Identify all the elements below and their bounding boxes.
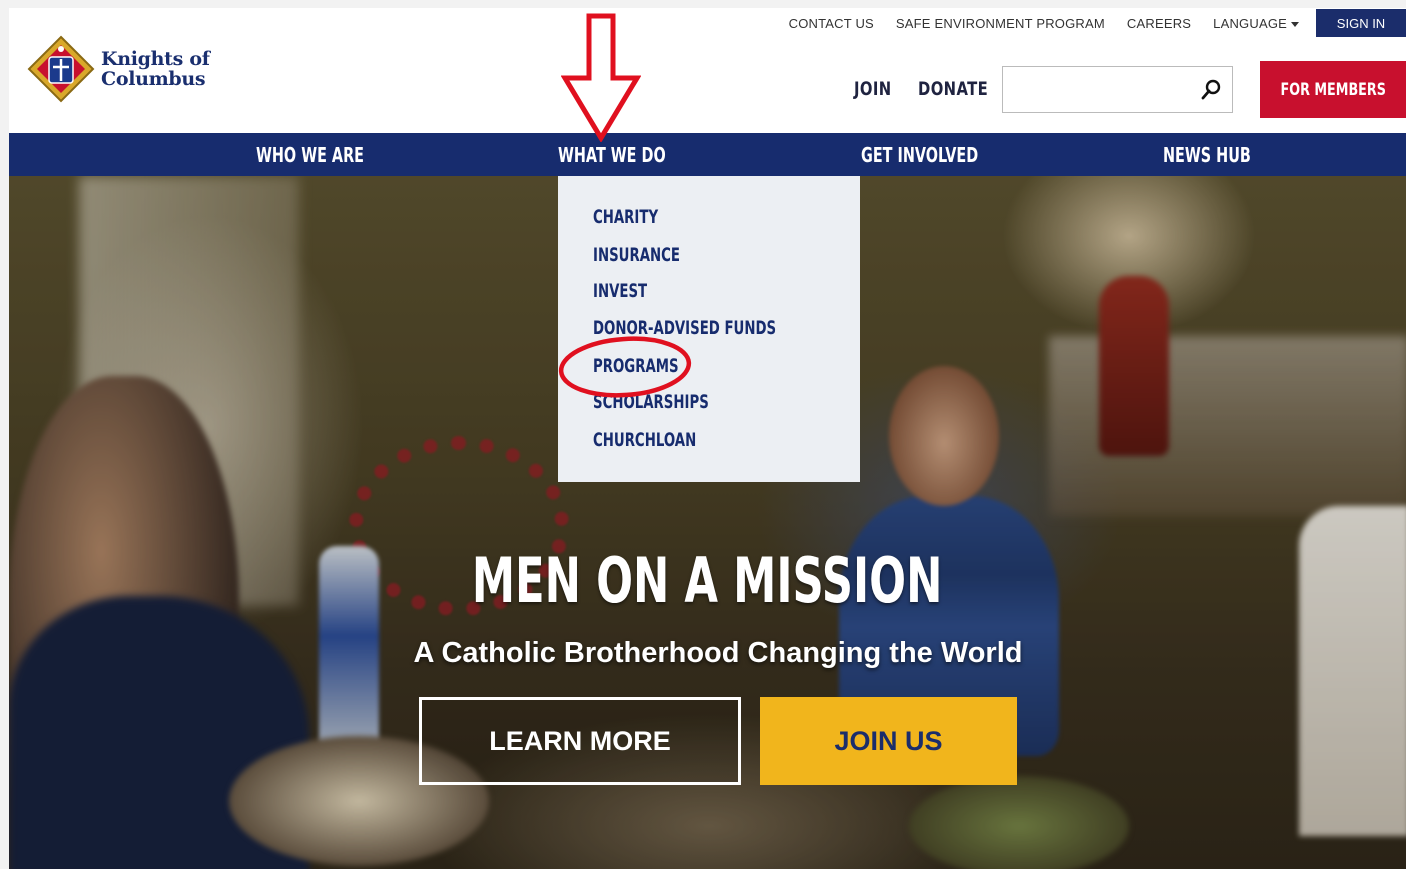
nav-label: WHAT WE DO bbox=[558, 142, 666, 167]
caret-down-icon bbox=[1291, 21, 1299, 27]
dropdown-item-label: INVEST bbox=[593, 280, 648, 302]
contact-us-link[interactable]: CONTACT US bbox=[789, 16, 874, 31]
hero-title: MEN ON A MISSION bbox=[9, 544, 1406, 617]
hero-title-text: MEN ON A MISSION bbox=[472, 544, 943, 617]
knights-of-columbus-emblem-icon bbox=[27, 35, 95, 103]
dropdown-item-churchloan[interactable]: CHURCHLOAN bbox=[593, 429, 740, 453]
nav-label: GET INVOLVED bbox=[861, 142, 979, 167]
language-dropdown[interactable]: LANGUAGE bbox=[1213, 16, 1299, 31]
nav-label: NEWS HUB bbox=[1163, 142, 1251, 167]
language-label: LANGUAGE bbox=[1213, 15, 1287, 31]
logo-text-line2: Columbus bbox=[101, 68, 206, 90]
nav-news-hub[interactable]: NEWS HUB bbox=[1163, 133, 1285, 176]
dropdown-item-label: INSURANCE bbox=[593, 244, 680, 266]
logo-text-line1: Knights of bbox=[101, 48, 210, 70]
hero-subtitle: A Catholic Brotherhood Changing the Worl… bbox=[413, 637, 1023, 669]
sign-in-button[interactable]: SIGN IN bbox=[1316, 9, 1406, 37]
join-link[interactable]: JOIN bbox=[854, 78, 892, 100]
search-box bbox=[1002, 66, 1233, 113]
dropdown-item-insurance[interactable]: INSURANCE bbox=[593, 244, 717, 268]
down-arrow-annotation bbox=[561, 13, 641, 142]
nav-get-involved[interactable]: GET INVOLVED bbox=[861, 133, 1024, 176]
nav-who-we-are[interactable]: WHO WE ARE bbox=[256, 133, 406, 176]
dropdown-item-label: CHURCHLOAN bbox=[593, 429, 697, 451]
dropdown-item-label: CHARITY bbox=[593, 206, 659, 228]
learn-more-button[interactable]: LEARN MORE bbox=[419, 697, 741, 785]
what-we-do-dropdown: CHARITY INSURANCE INVEST DONOR-ADVISED F… bbox=[558, 176, 860, 482]
dropdown-item-invest[interactable]: INVEST bbox=[593, 280, 670, 304]
careers-link[interactable]: CAREERS bbox=[1127, 16, 1191, 31]
nav-label: WHO WE ARE bbox=[256, 142, 364, 167]
page: Knights of Columbus CONTACT US SAFE ENVI… bbox=[9, 8, 1406, 869]
join-us-button[interactable]: JOIN US bbox=[760, 697, 1017, 785]
main-nav: WHO WE ARE WHAT WE DO GET INVOLVED NEWS … bbox=[9, 133, 1406, 176]
utility-nav: CONTACT US SAFE ENVIRONMENT PROGRAM CARE… bbox=[778, 8, 1406, 38]
for-members-button[interactable]: FOR MEMBERS bbox=[1260, 61, 1406, 118]
search-input[interactable] bbox=[1011, 67, 1191, 111]
site-logo[interactable]: Knights of Columbus bbox=[27, 34, 227, 104]
search-icon[interactable] bbox=[1200, 79, 1222, 101]
donate-link[interactable]: DONATE bbox=[918, 78, 988, 100]
circle-annotation bbox=[558, 336, 692, 398]
dropdown-item-charity[interactable]: CHARITY bbox=[593, 206, 686, 230]
logo-text: Knights of Columbus bbox=[101, 49, 210, 89]
safe-environment-link[interactable]: SAFE ENVIRONMENT PROGRAM bbox=[896, 16, 1105, 31]
for-members-label: FOR MEMBERS bbox=[1280, 79, 1386, 100]
